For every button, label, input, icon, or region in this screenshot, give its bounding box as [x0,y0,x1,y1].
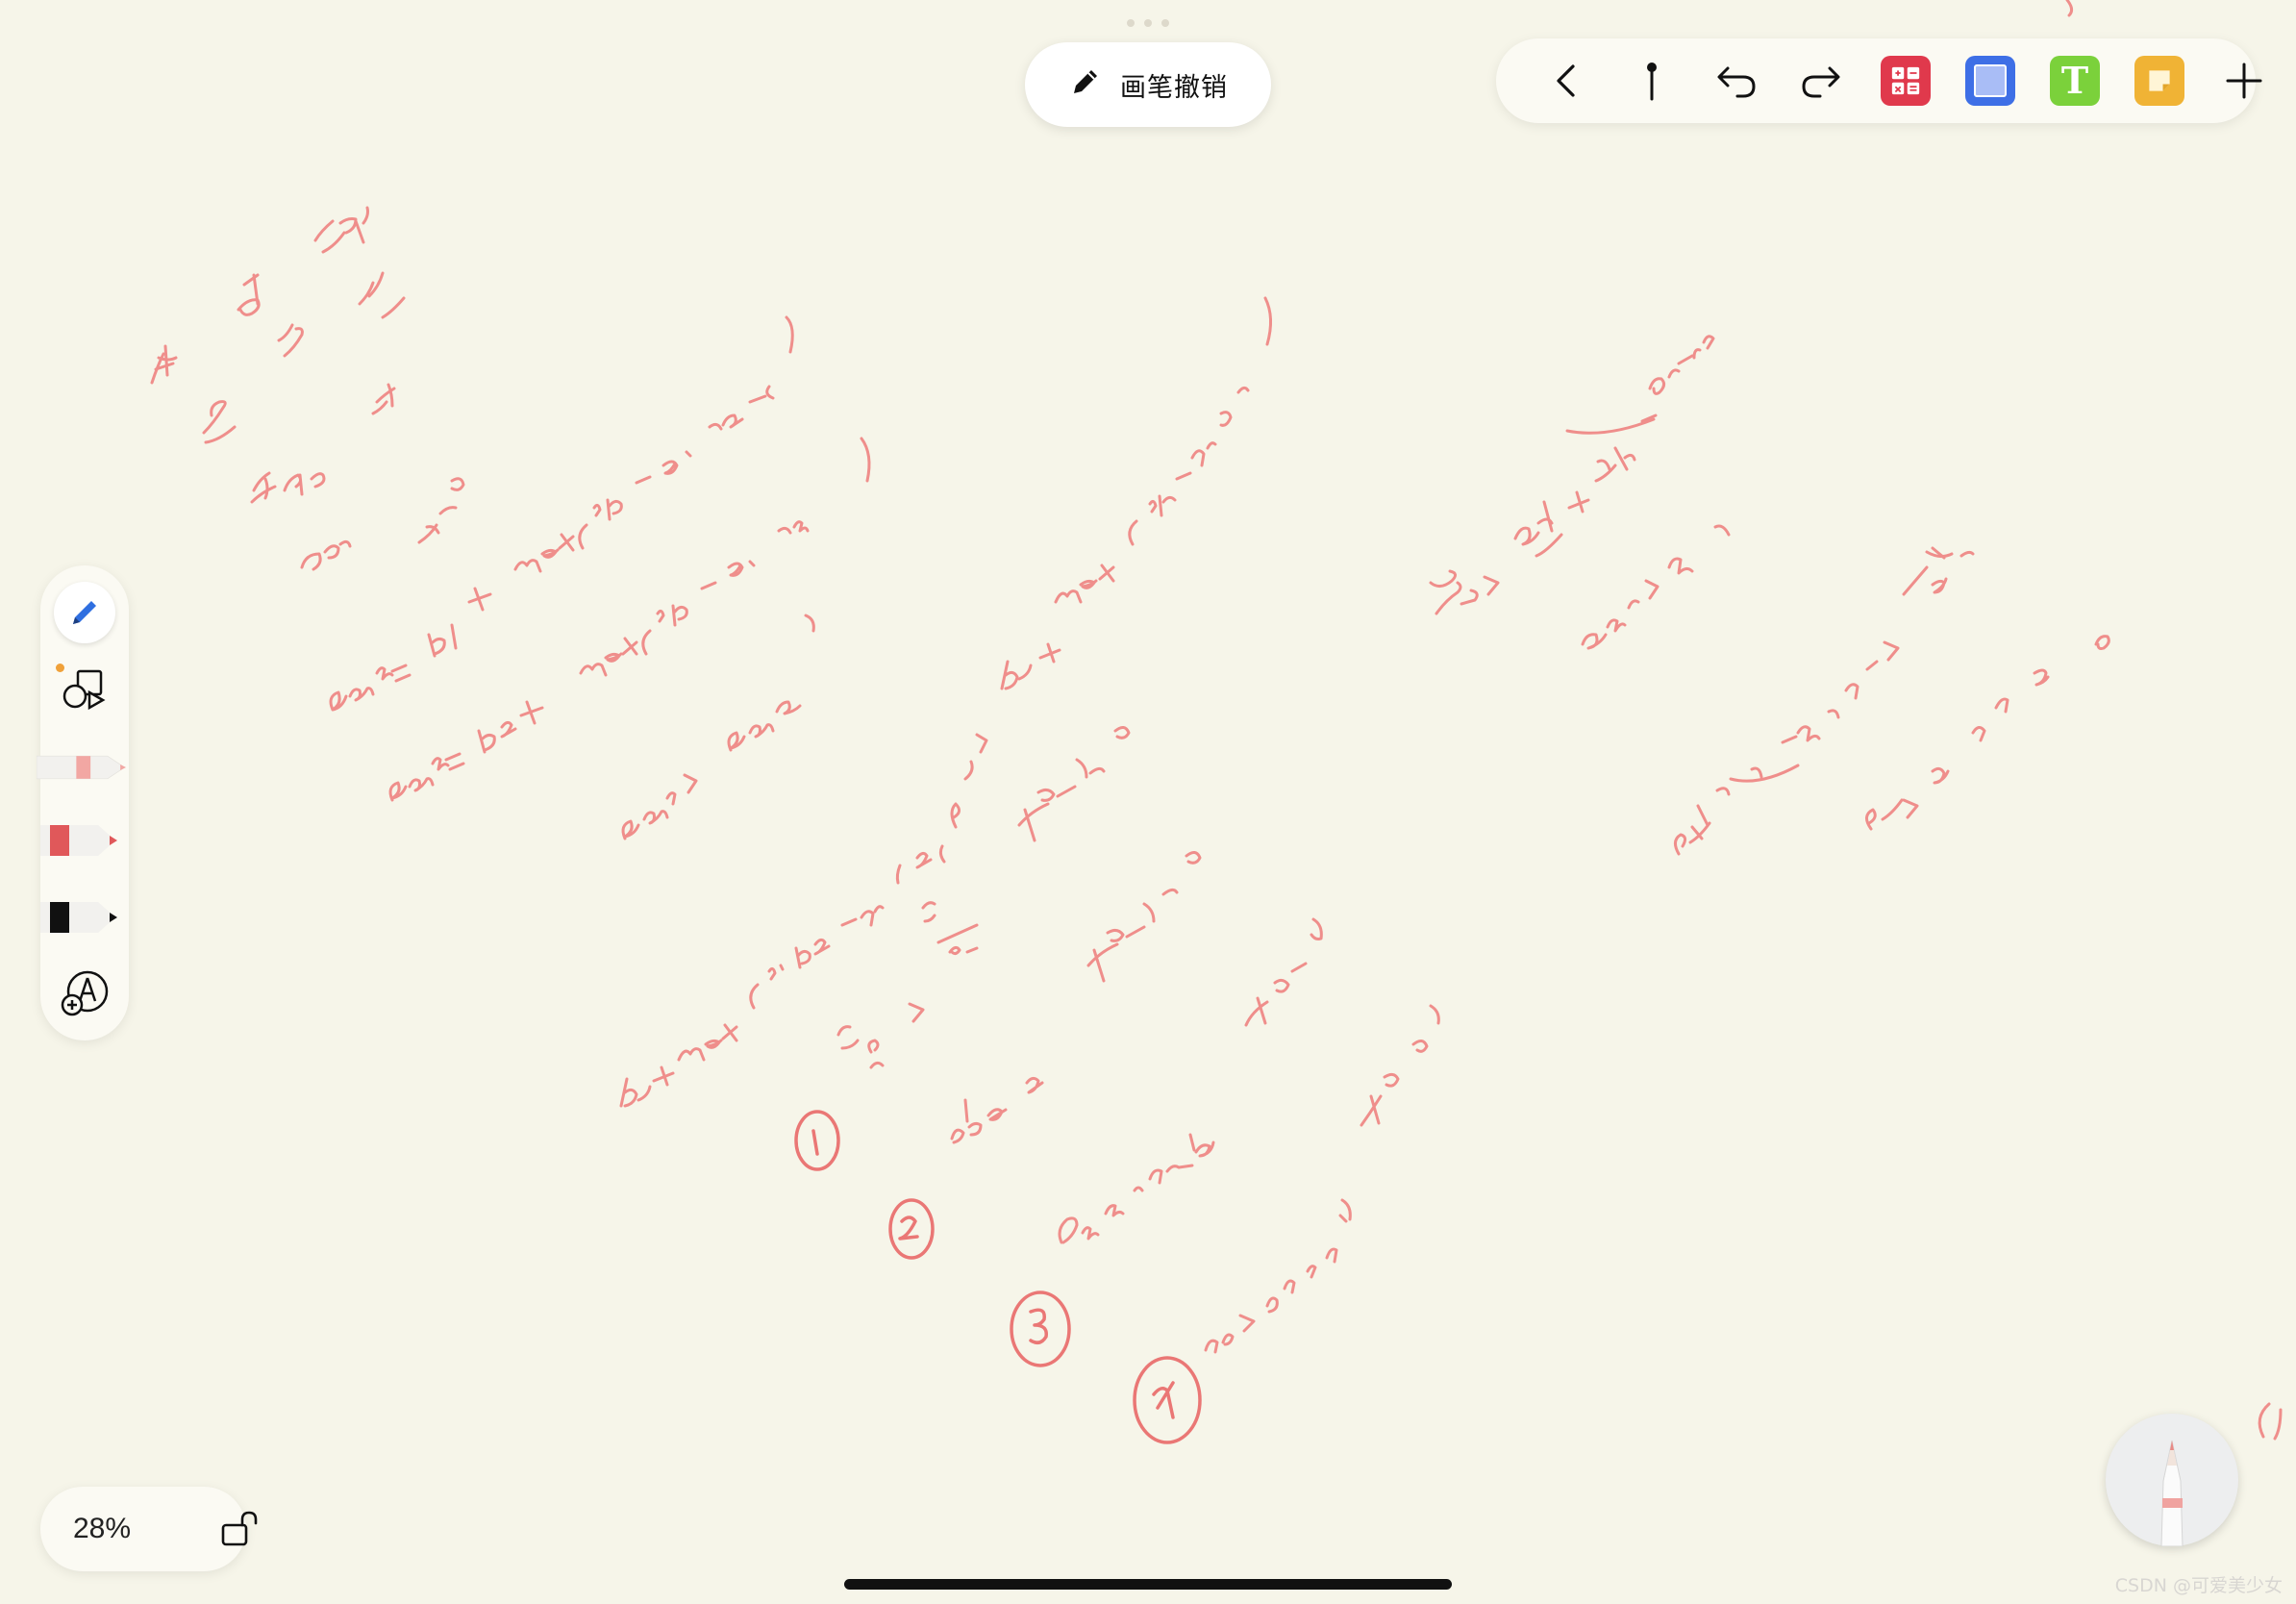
ink-conditions [836,901,1352,1354]
pin-icon [1647,63,1657,101]
ink-notes-du [1017,726,1440,1127]
window-grabber[interactable] [1127,19,1169,27]
highlighter-pink[interactable] [37,739,129,796]
calculator-icon [1881,56,1931,106]
pin-button[interactable] [1621,38,1683,123]
text-icon: T [2050,56,2100,106]
ink-sum1 [329,315,794,712]
marker-red[interactable] [40,812,129,869]
ink-sum2 [388,437,871,802]
chevron-left-icon [1557,64,1575,97]
marker-black[interactable] [40,889,129,946]
unlock-icon[interactable] [219,1508,262,1550]
square-icon [1965,56,2015,106]
pen-undo-label: 画笔撤销 [1120,72,1228,103]
grabber-dot [1127,19,1135,27]
ink-main-inequality [619,296,1272,1108]
shapes-icon [62,669,106,711]
sticky-note-icon [2134,56,2184,106]
marker-icon [40,902,117,933]
sticky-note-button[interactable] [2129,38,2190,123]
shapes-indicator-dot [56,664,64,672]
pencil-icon [1068,66,1101,104]
undo-button[interactable] [1706,38,1767,123]
home-indicator[interactable] [844,1579,1452,1590]
plus-icon [2226,63,2262,99]
grabber-dot [1161,19,1169,27]
zoom-control[interactable]: 28% [40,1487,258,1571]
watermark: CSDN @可爱美少女 [2114,1575,2283,1596]
add-tool-icon [61,970,109,1016]
marker-icon [37,755,127,780]
ink-group-top-left [150,206,465,571]
shape-button[interactable] [1959,38,2021,123]
redo-button[interactable] [1790,38,1852,123]
zoom-level: 28% [73,1513,132,1544]
marker-icon [40,825,117,856]
apple-pencil-icon [2160,1440,2184,1547]
ink-sum1-gt-sum2 [621,614,815,840]
text-button[interactable]: T [2044,38,2106,123]
handwriting-canvas[interactable] [0,0,2296,1604]
tool-palette [37,565,129,1040]
undo-arrow-icon [1717,66,1756,98]
ink-circled-numbers [794,1110,1202,1444]
ink-right-cluster [1429,0,2283,1441]
add-button[interactable] [2213,38,2275,123]
back-button[interactable] [1536,38,1598,123]
pen-tool[interactable] [40,579,129,646]
shapes-tool[interactable] [40,654,129,725]
pencil-mode-button[interactable] [2106,1414,2238,1547]
add-tool[interactable] [40,965,129,1023]
calculator-button[interactable] [1875,38,1936,123]
redo-arrow-icon [1802,66,1840,98]
pen-icon [54,582,115,643]
grabber-dot [1144,19,1152,27]
pen-undo-pill[interactable]: 画笔撤销 [1025,42,1271,127]
top-toolbar: T [1496,38,2262,123]
